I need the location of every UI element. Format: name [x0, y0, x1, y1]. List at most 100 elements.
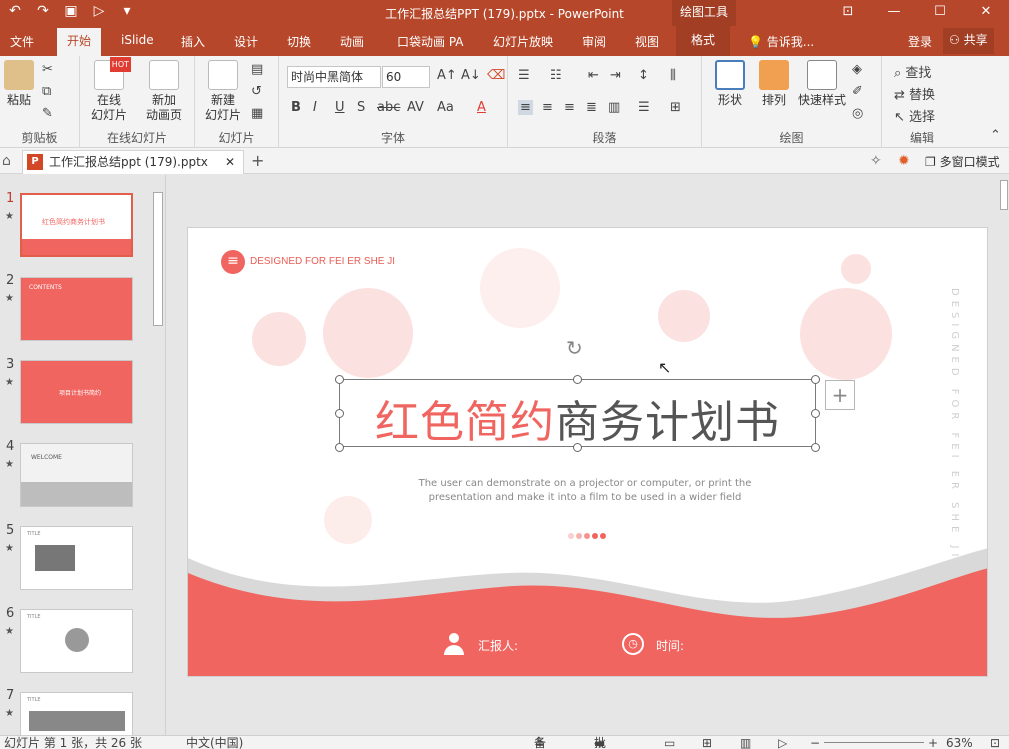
tab-format[interactable]: 格式	[676, 26, 731, 56]
slide-title[interactable]: 红色简约商务计划书	[339, 386, 816, 450]
share-button[interactable]: ⚇ 共享	[943, 28, 994, 54]
reset-icon[interactable]: ↺	[251, 84, 262, 99]
close-tab-icon[interactable]: ✕	[225, 151, 235, 173]
ribbon-display-icon[interactable]: ⊡	[825, 0, 871, 26]
normal-view-icon[interactable]: ▭	[664, 736, 675, 749]
slideshow-view-icon[interactable]: ▷	[778, 736, 787, 749]
columns-icon[interactable]: ⫼	[670, 68, 676, 83]
thumbnail-slide-4[interactable]: WELCOME	[20, 443, 133, 507]
tab-design[interactable]: 设计	[234, 33, 258, 50]
italic-icon[interactable]: I	[313, 100, 317, 115]
zoom-slider[interactable]	[824, 742, 924, 743]
bullets-icon[interactable]: ☰	[518, 68, 530, 83]
quick-style-button[interactable]: 快速样式	[796, 60, 848, 108]
collapse-ribbon-icon[interactable]: ⌃	[990, 128, 1001, 143]
minimize-icon[interactable]: —	[871, 0, 917, 26]
arrange-button[interactable]: 排列	[754, 60, 794, 108]
char-spacing-icon[interactable]: AV	[407, 100, 424, 115]
increase-font-icon[interactable]: A↑	[437, 68, 457, 83]
shape-button[interactable]: 形状	[710, 60, 750, 108]
tab-slideshow[interactable]: 幻灯片放映	[493, 33, 553, 50]
home-icon[interactable]: ⌂	[2, 153, 11, 169]
distribute-icon[interactable]: ▥	[608, 100, 620, 115]
tab-view[interactable]: 视图	[635, 33, 659, 50]
layout-icon[interactable]: ▤	[251, 62, 263, 77]
login-link[interactable]: 登录	[908, 33, 932, 50]
tab-pocket-animation[interactable]: 口袋动画 PA	[397, 33, 464, 50]
paste-button[interactable]: 粘贴	[4, 60, 34, 108]
resize-handle[interactable]	[335, 375, 344, 384]
font-color-icon[interactable]: A	[477, 100, 486, 115]
scrollbar-thumb[interactable]	[153, 192, 163, 326]
maximize-icon[interactable]: ☐	[917, 0, 963, 26]
bold-icon[interactable]: B	[291, 100, 301, 115]
slide-canvas[interactable]	[187, 227, 988, 677]
fit-slide-icon[interactable]: ⊡	[990, 736, 1000, 749]
justify-icon[interactable]: ≣	[586, 100, 597, 115]
thumbnail-slide-1[interactable]: 红色简约商务计划书	[20, 193, 133, 257]
align-left-icon[interactable]: ≡	[518, 100, 533, 115]
zoom-out-icon[interactable]: −	[810, 736, 820, 749]
format-painter-icon[interactable]: ✎	[42, 106, 53, 121]
zoom-in-icon[interactable]: +	[928, 736, 938, 749]
new-tab-icon[interactable]: +	[251, 151, 264, 170]
resize-handle[interactable]	[811, 375, 820, 384]
thumbnail-scrollbar[interactable]	[151, 178, 165, 734]
change-case-icon[interactable]: Aa	[437, 100, 454, 115]
clear-format-icon[interactable]: ⌫	[487, 68, 505, 83]
strikethrough-icon[interactable]: abc	[377, 100, 400, 115]
language-indicator[interactable]: 中文(中国)	[186, 736, 243, 749]
thumbnail-slide-6[interactable]: TITLE	[20, 609, 133, 673]
thumbnail-slide-3[interactable]: 项目计划书简约	[20, 360, 133, 424]
align-center-icon[interactable]: ≡	[542, 100, 553, 115]
multi-window-mode-button[interactable]: ❐ 多窗口模式	[925, 153, 1000, 170]
shape-outline-icon[interactable]: ✐	[852, 84, 863, 99]
add-element-icon[interactable]: +	[825, 380, 855, 410]
section-icon[interactable]: ▦	[251, 106, 263, 121]
resize-handle[interactable]	[573, 375, 582, 384]
tell-me-box[interactable]: 💡 告诉我...	[748, 33, 814, 50]
cut-icon[interactable]: ✂	[42, 62, 53, 77]
decrease-indent-icon[interactable]: ⇤	[588, 68, 599, 83]
font-size-select[interactable]: 60	[382, 66, 430, 88]
reading-view-icon[interactable]: ▥	[740, 736, 751, 749]
decrease-font-icon[interactable]: A↓	[461, 68, 481, 83]
shape-effects-icon[interactable]: ◎	[852, 106, 863, 121]
numbering-icon[interactable]: ☷	[550, 68, 562, 83]
tab-animations[interactable]: 动画	[340, 33, 364, 50]
underline-icon[interactable]: U	[335, 100, 345, 115]
zoom-level[interactable]: 63%	[946, 736, 973, 749]
pin-icon[interactable]: ✧	[870, 153, 882, 169]
document-tab[interactable]: P 工作汇报总结ppt (179).pptx ✕	[22, 150, 244, 174]
new-slide-button[interactable]: 新建 幻灯片	[199, 60, 247, 123]
thumbnail-slide-5[interactable]: TITLE	[20, 526, 133, 590]
increase-indent-icon[interactable]: ⇥	[610, 68, 621, 83]
text-align-icon[interactable]: ☰	[638, 100, 650, 115]
thumbnail-slide-7[interactable]: TITLE	[20, 692, 133, 735]
shadow-icon[interactable]: S	[357, 100, 365, 115]
copy-icon[interactable]: ⧉	[42, 84, 51, 99]
slide-sorter-icon[interactable]: ⊞	[702, 736, 712, 749]
close-icon[interactable]: ✕	[963, 0, 1009, 26]
tab-transitions[interactable]: 切换	[287, 33, 311, 50]
online-slide-button[interactable]: HOT 在线 幻灯片	[84, 57, 134, 123]
select-button[interactable]: ↖ 选择	[894, 106, 935, 125]
slide-scrollbar[interactable]	[999, 178, 1009, 676]
scrollbar-thumb[interactable]	[1000, 180, 1008, 210]
find-button[interactable]: ⌕ 查找	[894, 62, 931, 81]
smartart-icon[interactable]: ⊞	[670, 100, 681, 115]
tab-review[interactable]: 审阅	[582, 33, 606, 50]
font-family-select[interactable]: 时尚中黑简体	[287, 66, 381, 88]
replace-button[interactable]: ⇄ 替换	[894, 84, 935, 103]
align-right-icon[interactable]: ≡	[564, 100, 575, 115]
shape-fill-icon[interactable]: ◈	[852, 62, 862, 77]
rotate-handle-icon[interactable]: ↻	[566, 336, 583, 360]
tab-home[interactable]: 开始	[57, 28, 102, 56]
settings-icon[interactable]: ✹	[898, 153, 910, 169]
tab-file[interactable]: 文件	[10, 33, 34, 50]
thumbnail-slide-2[interactable]: CONTENTS	[20, 277, 133, 341]
new-animation-page-button[interactable]: 新加 动画页	[138, 60, 190, 123]
tab-insert[interactable]: 插入	[181, 33, 205, 50]
line-spacing-icon[interactable]: ↕	[638, 68, 649, 83]
tab-islide[interactable]: iSlide	[121, 33, 154, 47]
